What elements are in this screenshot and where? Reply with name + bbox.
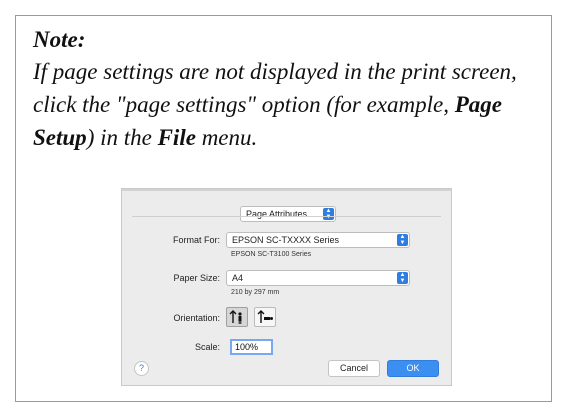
page-setup-dialog: Page Attributes ▲ ▼ Format For: EPSON SC-…: [121, 188, 452, 386]
orientation-portrait-button[interactable]: [226, 307, 248, 327]
paper-size-subtext: 210 by 297 mm: [231, 289, 280, 296]
paper-size-popup[interactable]: A4 ▲ ▼: [226, 270, 410, 286]
dialog-separator: [132, 216, 441, 217]
paper-size-value: A4: [232, 273, 244, 283]
scale-label: Scale:: [194, 342, 220, 352]
note-text-part: If page settings are not displayed in th…: [33, 59, 517, 117]
orientation-label: Orientation:: [173, 313, 220, 323]
note-bold-file: File: [157, 125, 196, 150]
chevron-updown-icon: ▲ ▼: [397, 272, 408, 284]
note-text-part: ) in the: [86, 125, 158, 150]
chevron-updown-icon: ▲ ▼: [397, 234, 408, 246]
dialog-top-edge: [122, 189, 451, 191]
note-title: Note:: [33, 27, 86, 52]
page-attributes-popup[interactable]: Page Attributes ▲ ▼: [240, 206, 336, 222]
scale-input[interactable]: 100%: [230, 339, 273, 355]
page-attributes-label: Page Attributes: [246, 209, 308, 219]
landscape-person-icon: [257, 310, 273, 323]
note-text: If page settings are not displayed in th…: [33, 55, 533, 154]
help-button[interactable]: ?: [134, 361, 149, 376]
paper-size-label: Paper Size:: [173, 273, 220, 283]
format-for-value: EPSON SC-TXXXX Series: [232, 235, 340, 245]
chevron-updown-icon: ▲ ▼: [323, 208, 334, 220]
format-for-subtext: EPSON SC-T3100 Series: [231, 251, 312, 258]
format-for-label: Format For:: [172, 235, 220, 245]
portrait-person-icon: [229, 310, 242, 324]
note-text-part: menu.: [195, 125, 258, 150]
orientation-landscape-button[interactable]: [254, 307, 276, 327]
format-for-popup[interactable]: EPSON SC-TXXXX Series ▲ ▼: [226, 232, 410, 248]
ok-button[interactable]: OK: [387, 360, 439, 377]
cancel-button[interactable]: Cancel: [328, 360, 380, 377]
